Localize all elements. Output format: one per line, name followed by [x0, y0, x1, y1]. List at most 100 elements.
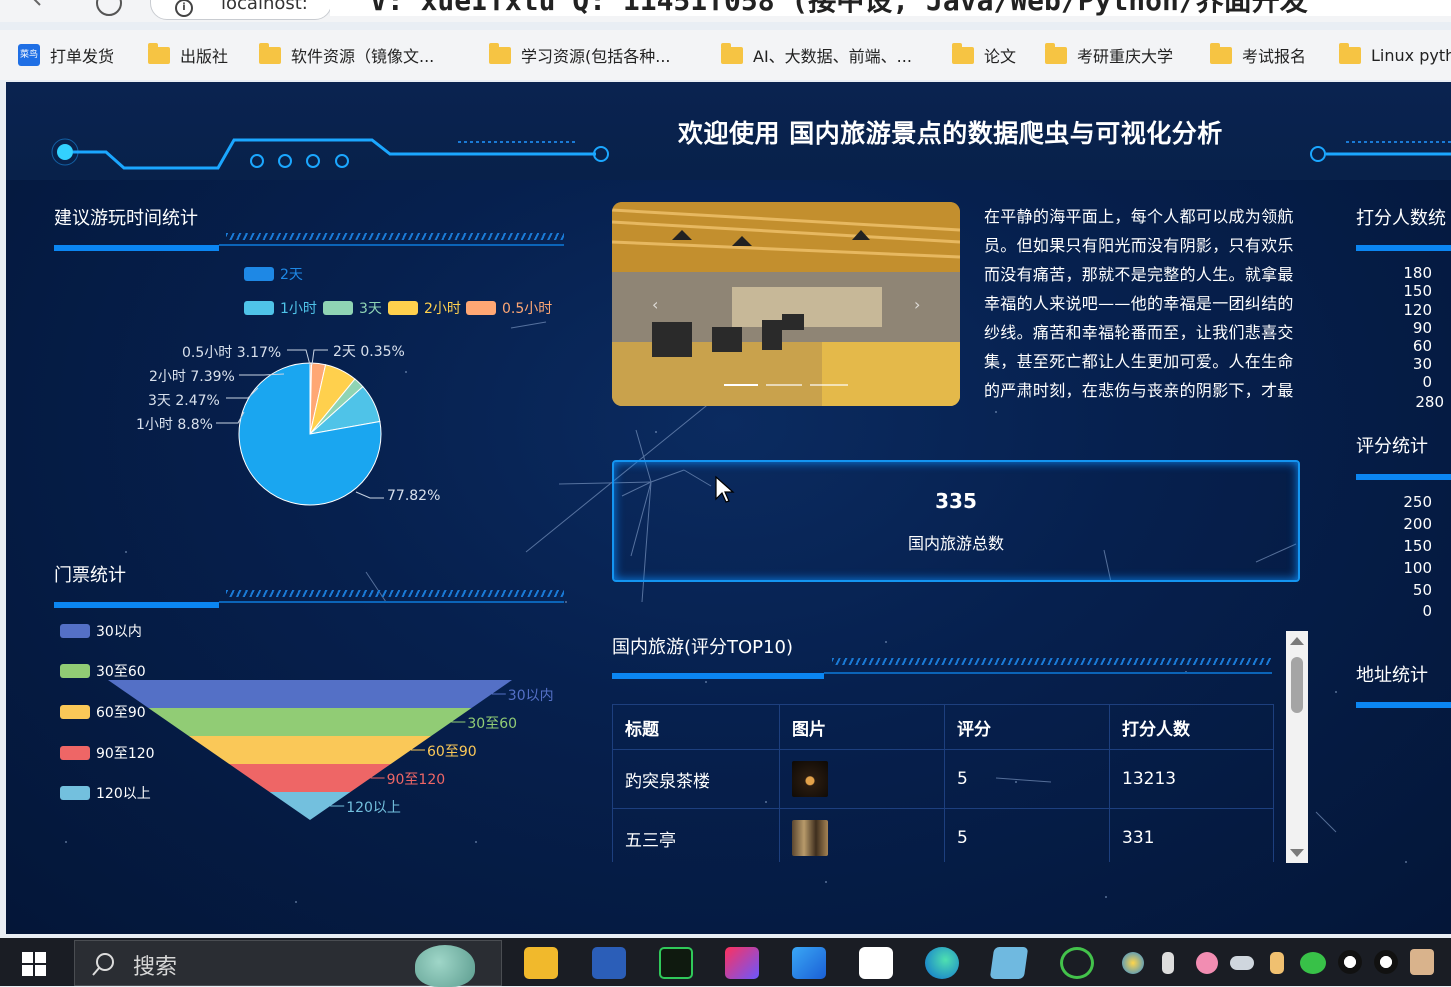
site-info-icon[interactable]: i — [175, 0, 193, 17]
cell-score: 5 — [944, 749, 1110, 809]
bookmark-item[interactable]: 考研重庆大学 — [1045, 42, 1173, 68]
axis-tick: 150 — [1403, 282, 1432, 300]
bookmark-label: AI、大数据、前端、... — [753, 47, 912, 66]
funnel-layer[interactable] — [229, 764, 391, 792]
folder-icon — [1045, 42, 1067, 64]
wechat-green-icon[interactable] — [1060, 947, 1094, 979]
bookmark-item[interactable]: 考试报名 — [1210, 42, 1306, 68]
axis-tick: 100 — [1403, 559, 1432, 577]
cell-count: 13213 — [1109, 749, 1274, 809]
edge-icon[interactable] — [925, 947, 959, 979]
axis-tick: 150 — [1403, 537, 1432, 555]
bookmark-label: 出版社 — [180, 47, 229, 66]
folder-icon — [1210, 42, 1232, 64]
table-header-row: 标题 图片 评分 打分人数 — [612, 704, 1274, 750]
right-panel-title: 打分人数统 — [1356, 208, 1446, 229]
refresh-icon[interactable] — [96, 0, 122, 16]
bookmarks-bar: 菜鸟 打单发货 出版社 软件资源（镜像文... 学习资源(包括各种... AI、… — [0, 30, 1451, 80]
bookmark-item[interactable]: 论文 — [952, 42, 1016, 68]
axis-tick: 90 — [1412, 319, 1432, 337]
axis-tick: 50 — [1412, 581, 1432, 599]
windows-start-icon[interactable] — [22, 952, 48, 978]
funnel-label: 30以内 — [507, 688, 554, 704]
scroll-down-arrow-icon — [1290, 849, 1304, 857]
column-header: 标题 — [612, 704, 780, 750]
axis-tick: 250 — [1403, 493, 1432, 511]
bookmark-item[interactable]: 出版社 — [148, 42, 228, 68]
cell-title: 趵突泉茶楼 — [612, 749, 780, 809]
qq-tray-icon[interactable] — [1338, 950, 1362, 974]
bookmark-label: 打单发货 — [50, 47, 115, 66]
usb-icon[interactable] — [1270, 952, 1284, 974]
microphone-icon[interactable] — [1162, 952, 1174, 974]
cell-image — [779, 749, 945, 809]
svg-text:›: › — [914, 295, 920, 314]
page-title: 欢迎使用 国内旅游景点的数据爬虫与可视化分析 — [678, 119, 1223, 148]
folder-icon — [489, 42, 511, 64]
taskbar-search[interactable]: 搜索 — [74, 940, 502, 987]
notepad-icon[interactable] — [989, 947, 1029, 979]
intro-paragraph: 在平静的海平面上，每个人都可以成为领航员。但如果只有阳光而没有阴影，只有欢乐而没… — [984, 207, 1294, 400]
file-explorer-icon[interactable] — [524, 947, 558, 979]
funnel-layer[interactable] — [108, 680, 512, 708]
overlay-watermark: V: xueITxtu Q: 11451T058 (接中设, Java/Web/… — [330, 0, 1451, 16]
cell-score: 5 — [944, 808, 1110, 862]
total-label: 国内旅游总数 — [907, 534, 1004, 553]
axis-tick: 30 — [1412, 355, 1432, 373]
title-underline-thin — [824, 672, 1272, 674]
browser-toolbar: i localhost: V: xueITxtu Q: 11451T058 (接… — [0, 0, 1451, 22]
back-icon[interactable] — [28, 0, 54, 14]
windows-taskbar: 搜索 — [0, 938, 1451, 987]
word-icon[interactable] — [592, 947, 626, 979]
bookmark-item[interactable]: 学习资源(包括各种... — [489, 42, 671, 68]
axis-tick: 280 — [1415, 393, 1444, 411]
title-hatch-decoration — [832, 658, 1272, 665]
title-underline — [1356, 245, 1451, 251]
funnel-label: 120以上 — [346, 800, 401, 816]
folder-icon — [148, 42, 170, 64]
qq-tray-icon[interactable] — [1374, 950, 1398, 974]
title-underline — [612, 673, 824, 679]
axis-tick: 180 — [1403, 264, 1432, 282]
pycharm-icon[interactable] — [659, 947, 693, 979]
qq-icon[interactable] — [859, 947, 893, 979]
bookmark-label: 论文 — [984, 47, 1017, 66]
avatar-icon[interactable] — [1410, 949, 1434, 975]
photos-icon[interactable] — [792, 947, 826, 979]
office-photo: ‹ › — [612, 202, 960, 406]
svg-text:‹: ‹ — [652, 295, 658, 314]
bookmark-item[interactable]: AI、大数据、前端、... — [721, 42, 912, 68]
cloud-icon[interactable] — [1230, 956, 1254, 970]
table-scrollbar[interactable] — [1286, 631, 1308, 863]
spot-thumbnail[interactable] — [792, 761, 828, 797]
axis-tick: 60 — [1412, 337, 1432, 355]
bookmark-item[interactable]: 软件资源（镜像文... — [259, 42, 434, 68]
folder-icon — [952, 42, 974, 64]
table-row[interactable]: 趵突泉茶楼 5 13213 — [612, 749, 1274, 809]
url-text: localhost: — [221, 0, 308, 14]
search-icon — [92, 953, 114, 976]
bookmark-label: 考试报名 — [1242, 47, 1307, 66]
bookmark-item[interactable]: Linux pyth — [1339, 42, 1451, 68]
funnel-layer[interactable] — [148, 708, 472, 736]
intellij-icon[interactable] — [725, 947, 759, 979]
funnel-label: 60至90 — [427, 744, 477, 760]
wechat-icon[interactable] — [1300, 952, 1326, 974]
tray-ie-icon[interactable] — [1122, 952, 1144, 974]
bookmark-label: 学习资源(包括各种... — [521, 47, 671, 66]
funnel-layer[interactable] — [188, 736, 432, 764]
column-header: 评分 — [944, 704, 1110, 750]
scrollbar-thumb[interactable] — [1291, 657, 1303, 713]
image-carousel[interactable]: ‹ › — [612, 202, 960, 406]
bookmark-item[interactable]: 菜鸟 打单发货 — [18, 42, 114, 68]
axis-tick: 200 — [1403, 515, 1432, 533]
table-row[interactable]: 五三亭 5 331 — [612, 808, 1274, 862]
spot-thumbnail[interactable] — [792, 820, 828, 856]
tray-flower-icon[interactable] — [1196, 952, 1218, 974]
dashboard: 欢迎使用 国内旅游景点的数据爬虫与可视化分析 建议游玩时间统计 2天 1小时 3… — [6, 82, 1451, 934]
address-bar[interactable]: i localhost: — [150, 0, 332, 20]
funnel-label: 30至60 — [467, 716, 518, 732]
top10-table: 标题 图片 评分 打分人数 趵突泉茶楼 5 13213 五三亭 5 331 — [612, 704, 1274, 862]
folder-icon — [721, 42, 743, 64]
right-panel-title: 评分统计 — [1356, 436, 1428, 457]
